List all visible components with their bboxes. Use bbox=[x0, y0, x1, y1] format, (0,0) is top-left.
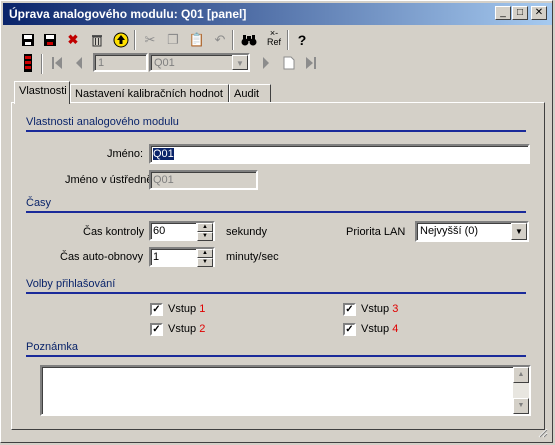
toolbar-separator bbox=[41, 54, 43, 74]
input-2-number: 2 bbox=[199, 323, 206, 335]
ref-icon[interactable]: ×- Ref bbox=[263, 28, 285, 48]
lan-priority-select[interactable]: Nejvyšší (0) ▼ bbox=[415, 221, 529, 242]
refresh-label: Čas auto-obnovy bbox=[60, 251, 144, 263]
input-3-text: Vstup bbox=[361, 303, 390, 315]
control-time-unit: sekundy bbox=[226, 226, 267, 238]
refresh-spinner[interactable]: ▲ ▼ bbox=[196, 249, 213, 267]
tab-kalibrace[interactable]: Nastavení kalibračních hodnot bbox=[70, 84, 229, 104]
input-4-checkbox[interactable]: ✓ bbox=[343, 323, 356, 336]
section-login-title: Volby přihlašování bbox=[26, 278, 116, 290]
section-divider bbox=[26, 355, 526, 357]
close-button[interactable]: ✕ bbox=[531, 6, 547, 20]
input-3-checkbox[interactable]: ✓ bbox=[343, 303, 356, 316]
refresh-field[interactable]: 1 ▲ ▼ bbox=[149, 247, 215, 267]
cut-icon[interactable]: ✂ bbox=[140, 30, 160, 50]
new-record-icon[interactable] bbox=[279, 53, 299, 73]
ref-icon-label: Ref bbox=[266, 37, 281, 47]
central-name-label: Jméno v ústředně: bbox=[65, 174, 156, 186]
note-scrollbar[interactable]: ▲ ▼ bbox=[513, 367, 529, 414]
refresh-unit: minuty/sec bbox=[226, 251, 279, 263]
input-1-text: Vstup bbox=[168, 303, 197, 315]
input-2-checkbox[interactable]: ✓ bbox=[150, 323, 163, 336]
undo-icon[interactable]: ↶ bbox=[210, 30, 230, 50]
spin-down-icon[interactable]: ▼ bbox=[197, 258, 213, 267]
tab-vlastnosti[interactable]: Vlastnosti bbox=[14, 81, 70, 104]
paste-icon[interactable]: 📋 bbox=[187, 30, 207, 50]
lan-priority-label: Priorita LAN bbox=[346, 226, 406, 238]
control-time-label: Čas kontroly bbox=[83, 226, 145, 238]
prev-record-icon[interactable] bbox=[69, 53, 89, 73]
section-props-title: Vlastnosti analogového modulu bbox=[26, 116, 179, 128]
input-2-label[interactable]: Vstup 2 bbox=[168, 323, 205, 335]
window-title: Úprava analogového modulu: Q01 [panel] bbox=[9, 7, 247, 21]
properties-panel: Vlastnosti analogového modulu Jméno: Q01… bbox=[11, 102, 545, 430]
note-textarea[interactable]: ▲ ▼ bbox=[40, 365, 531, 416]
control-time-field[interactable]: 60 ▲ ▼ bbox=[149, 221, 215, 241]
section-divider bbox=[26, 211, 526, 213]
name-field-value: Q01 bbox=[153, 148, 174, 160]
scroll-up-icon[interactable]: ▲ bbox=[513, 367, 529, 383]
minimize-button[interactable]: _ bbox=[495, 6, 511, 20]
control-time-spinner[interactable]: ▲ ▼ bbox=[196, 223, 213, 241]
input-4-label[interactable]: Vstup 4 bbox=[361, 323, 398, 335]
record-combo-value: Q01 bbox=[154, 57, 175, 69]
chevron-down-icon[interactable]: ▼ bbox=[511, 223, 527, 240]
control-time-value: 60 bbox=[153, 225, 166, 237]
section-note-title: Poznámka bbox=[26, 341, 78, 353]
chevron-down-icon[interactable]: ▼ bbox=[232, 55, 248, 70]
toolbar: ✖ ✂ ❐ 📋 ↶ ×- Ref ? 1 Q01 ▼ bbox=[3, 28, 552, 76]
next-record-icon[interactable] bbox=[256, 53, 276, 73]
input-4-text: Vstup bbox=[361, 323, 390, 335]
toolbar-separator bbox=[232, 30, 234, 50]
scroll-down-icon[interactable]: ▼ bbox=[513, 398, 529, 414]
last-record-icon[interactable] bbox=[301, 53, 321, 73]
input-1-label[interactable]: Vstup 1 bbox=[168, 303, 205, 315]
name-field[interactable]: Q01 bbox=[149, 144, 530, 164]
spin-down-icon[interactable]: ▼ bbox=[197, 232, 213, 241]
lan-priority-value: Nejvyšší (0) bbox=[420, 225, 479, 237]
resize-grip-icon[interactable] bbox=[538, 428, 548, 438]
section-divider bbox=[26, 130, 526, 132]
trash-icon[interactable] bbox=[87, 30, 107, 50]
record-combo[interactable]: Q01 ▼ bbox=[149, 53, 250, 72]
maximize-button[interactable]: □ bbox=[512, 6, 528, 20]
input-1-number: 1 bbox=[199, 303, 206, 315]
save-icon[interactable] bbox=[18, 30, 38, 50]
dialog-window: Úprava analogového modulu: Q01 [panel] _… bbox=[0, 0, 553, 443]
delete-icon[interactable]: ✖ bbox=[63, 30, 83, 50]
spin-up-icon[interactable]: ▲ bbox=[197, 223, 213, 232]
name-label: Jméno: bbox=[107, 148, 144, 160]
save-all-icon[interactable] bbox=[40, 30, 60, 50]
input-1-checkbox[interactable]: ✓ bbox=[150, 303, 163, 316]
title-bar[interactable]: Úprava analogového modulu: Q01 [panel] _… bbox=[3, 3, 552, 25]
up-arrow-icon[interactable] bbox=[111, 30, 131, 50]
input-3-number: 3 bbox=[392, 303, 399, 315]
toolbar-separator bbox=[287, 30, 289, 50]
central-name-field[interactable]: Q01 bbox=[149, 170, 258, 190]
refresh-value: 1 bbox=[153, 251, 160, 263]
tab-audit[interactable]: Audit bbox=[229, 84, 271, 104]
spin-up-icon[interactable]: ▲ bbox=[197, 249, 213, 258]
help-icon[interactable]: ? bbox=[292, 30, 312, 50]
input-4-number: 4 bbox=[392, 323, 399, 335]
input-2-text: Vstup bbox=[168, 323, 197, 335]
toolbar-separator bbox=[134, 30, 136, 50]
first-record-icon[interactable] bbox=[47, 53, 67, 73]
record-number-field[interactable]: 1 bbox=[93, 53, 148, 72]
binoculars-icon[interactable] bbox=[239, 30, 259, 50]
copy-icon[interactable]: ❐ bbox=[163, 30, 183, 50]
section-times-title: Časy bbox=[26, 197, 52, 209]
record-indicator-icon bbox=[18, 53, 38, 73]
input-3-label[interactable]: Vstup 3 bbox=[361, 303, 398, 315]
section-divider bbox=[26, 292, 526, 294]
